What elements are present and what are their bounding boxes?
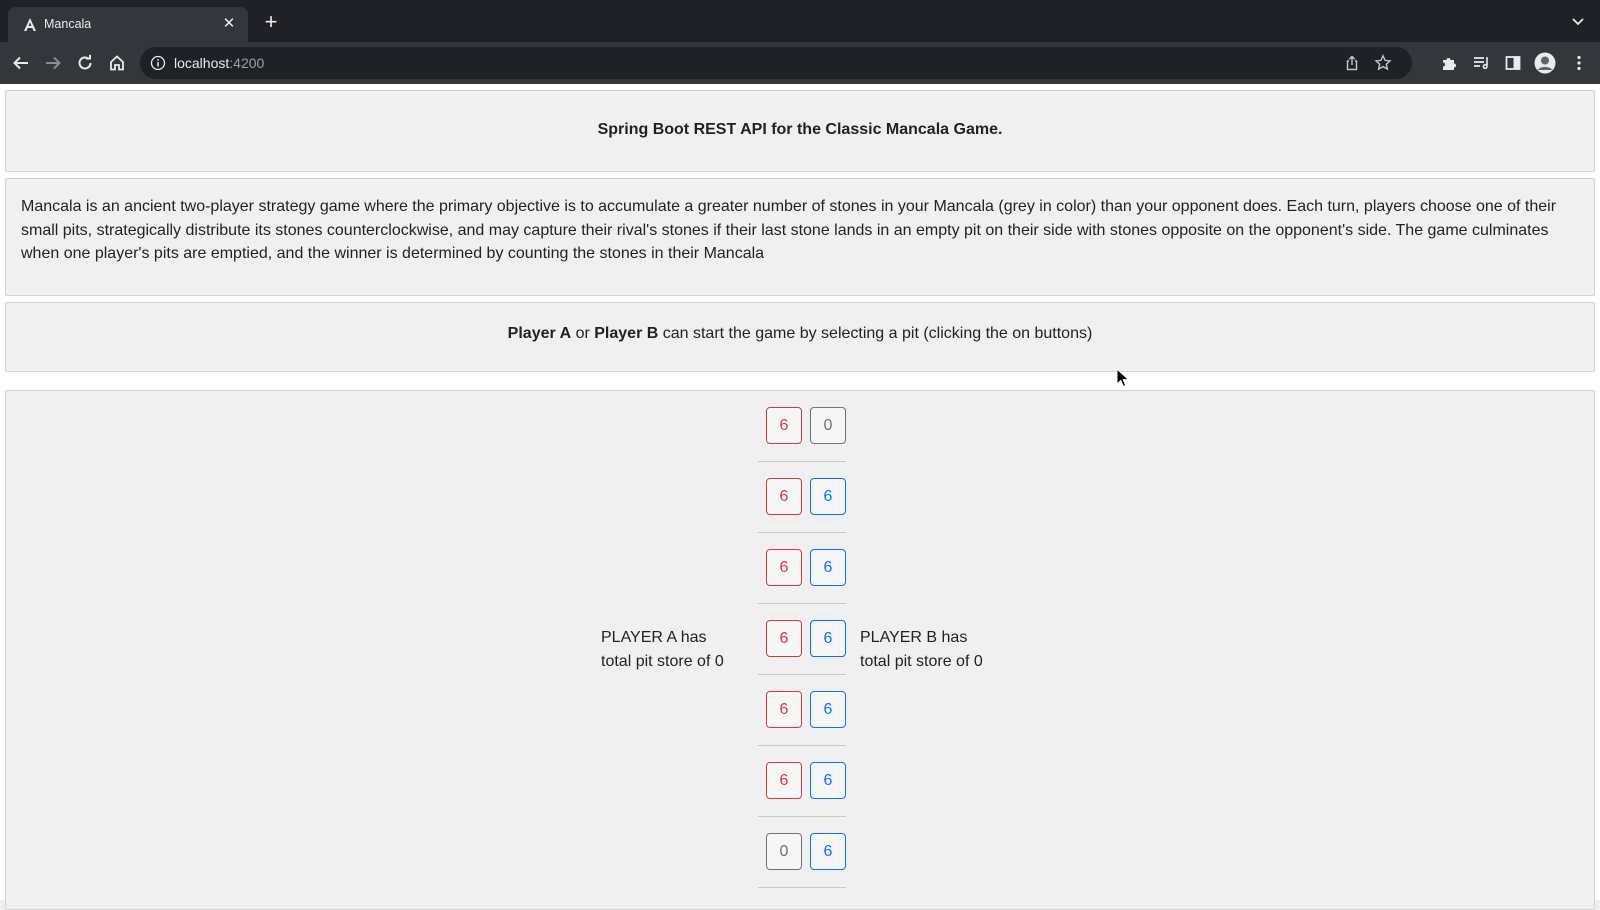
player-a-name: Player A	[507, 325, 572, 342]
player-b-store: PLAYER B has total pit store of 0	[860, 626, 983, 674]
player-b-line2: total pit store of 0	[860, 653, 983, 670]
game-description: Mancala is an ancient two-player strateg…	[21, 198, 1557, 262]
header-panel: Spring Boot REST API for the Classic Man…	[5, 90, 1595, 172]
instructions-or: or	[571, 325, 595, 342]
puzzle-extension-icon[interactable]	[1437, 51, 1461, 75]
chevron-down-icon[interactable]	[1570, 14, 1586, 30]
instructions-panel: Player A or Player B can start the game …	[5, 302, 1595, 372]
pit-row: 0 6	[758, 817, 846, 888]
forward-arrow-icon[interactable]	[41, 51, 65, 75]
player-b-line1: PLAYER B has	[860, 629, 968, 646]
pit-button[interactable]: 6	[766, 478, 802, 515]
plus-icon[interactable]: +	[260, 11, 282, 33]
pit-button[interactable]: 6	[810, 833, 846, 870]
mouse-cursor-icon	[1116, 367, 1130, 388]
pit-row: 6 6	[758, 675, 846, 746]
browser-toolbar: localhost:4200	[0, 42, 1600, 84]
pit-row: 6 0	[758, 391, 846, 462]
page-title: Spring Boot REST API for the Classic Man…	[597, 121, 1003, 138]
tab-title: Mancala	[44, 17, 92, 31]
url-host: localhost	[174, 55, 230, 71]
share-icon[interactable]	[1344, 55, 1360, 71]
pit-row: 6 6	[758, 462, 846, 533]
pit-row: 6 6	[758, 604, 846, 675]
pit-button[interactable]: 6	[810, 620, 846, 657]
pit-button[interactable]: 6	[810, 549, 846, 586]
browser-tabstrip: Mancala ✕ +	[0, 0, 1600, 42]
home-icon[interactable]	[105, 51, 129, 75]
pit-button[interactable]: 6	[766, 407, 802, 444]
pit-row: 6 6	[758, 746, 846, 817]
pit-button[interactable]: 6	[766, 762, 802, 799]
side-panel-icon[interactable]	[1501, 51, 1525, 75]
player-a-store: PLAYER A has total pit store of 0	[601, 626, 724, 674]
reading-list-icon[interactable]	[1469, 51, 1493, 75]
close-icon[interactable]: ✕	[220, 15, 238, 33]
address-bar[interactable]: localhost:4200	[140, 47, 1412, 79]
player-b-name: Player B	[594, 325, 659, 342]
pit-row: 6 6	[758, 533, 846, 604]
reload-icon[interactable]	[73, 51, 97, 75]
angular-favicon-icon	[22, 17, 38, 33]
url-text: localhost:4200	[174, 55, 264, 71]
kebab-menu-icon[interactable]	[1567, 51, 1591, 75]
star-icon[interactable]	[1374, 54, 1392, 72]
pit-button[interactable]: 6	[810, 691, 846, 728]
pit-button[interactable]: 6	[810, 478, 846, 515]
player-a-line2: total pit store of 0	[601, 653, 724, 670]
pit-button[interactable]: 0	[810, 407, 846, 444]
page-content: Spring Boot REST API for the Classic Man…	[0, 84, 1600, 910]
game-board: 6 0 6 6 6 6 6 6 6 6 6 6 0 6	[5, 390, 1595, 910]
url-port: :4200	[229, 55, 265, 71]
pit-button[interactable]: 0	[766, 833, 802, 870]
back-arrow-icon[interactable]	[9, 51, 33, 75]
pit-button[interactable]: 6	[766, 691, 802, 728]
pit-button[interactable]: 6	[810, 762, 846, 799]
player-a-line1: PLAYER A has	[601, 629, 707, 646]
info-icon[interactable]	[150, 55, 166, 71]
start-instructions: Player A or Player B can start the game …	[6, 325, 1594, 343]
pit-button[interactable]: 6	[766, 549, 802, 586]
browser-tab[interactable]: Mancala ✕	[8, 7, 248, 42]
pit-button[interactable]: 6	[766, 620, 802, 657]
instructions-rest: can start the game by selecting a pit (c…	[658, 325, 1093, 342]
description-panel: Mancala is an ancient two-player strateg…	[5, 178, 1595, 296]
profile-avatar-icon[interactable]	[1533, 51, 1557, 75]
